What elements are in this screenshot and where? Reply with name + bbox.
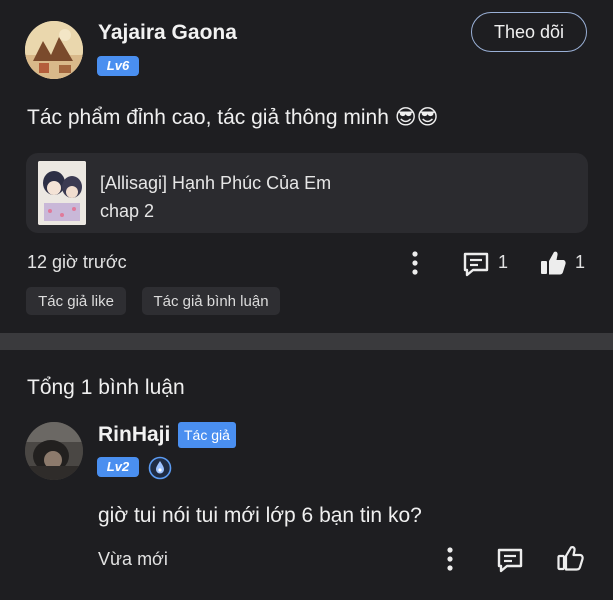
reply-more-vertical-icon[interactable] xyxy=(440,546,460,572)
thumbs-up-icon[interactable] xyxy=(539,249,567,277)
author-role-tag: Tác giả xyxy=(178,422,236,448)
reply-content: giờ tui nói tui mới lớp 6 bạn tin ko? xyxy=(98,504,422,527)
tag-author-commented: Tác giả bình luận xyxy=(142,287,280,315)
follow-button[interactable]: Theo dõi xyxy=(471,12,587,52)
story-cover-thumbnail xyxy=(38,161,86,225)
post-content: Tác phẩm đỉnh cao, tác giả thông minh 😎😎 xyxy=(27,106,439,129)
story-title: [Allisagi] Hạnh Phúc Của Em xyxy=(100,173,332,193)
reply-author-avatar[interactable] xyxy=(25,422,83,480)
post-author-avatar[interactable] xyxy=(25,21,83,79)
comment-icon[interactable] xyxy=(462,251,490,277)
story-chapter: chap 2 xyxy=(100,201,155,221)
water-drop-badge-icon xyxy=(148,456,172,480)
reply-level-badge: Lv2 xyxy=(97,457,139,477)
tag-author-liked: Tác giả like xyxy=(26,287,126,315)
reply-comment-icon[interactable] xyxy=(496,547,524,573)
reply-author-name[interactable]: RinHaji xyxy=(98,423,170,447)
reply-timestamp: Vừa mới xyxy=(98,549,168,569)
level-badge: Lv6 xyxy=(97,56,139,76)
post-author-name[interactable]: Yajaira Gaona xyxy=(98,21,237,45)
story-link-card[interactable]: [Allisagi] Hạnh Phúc Của Em chap 2 xyxy=(26,153,588,233)
comments-total-header: Tổng 1 bình luận xyxy=(27,376,185,399)
more-vertical-icon[interactable] xyxy=(405,250,425,276)
like-count: 1 xyxy=(575,252,586,272)
reply-thumbs-up-icon[interactable] xyxy=(556,544,584,572)
post-timestamp: 12 giờ trước xyxy=(27,252,127,272)
section-divider xyxy=(0,333,613,350)
comment-count: 1 xyxy=(498,252,509,272)
